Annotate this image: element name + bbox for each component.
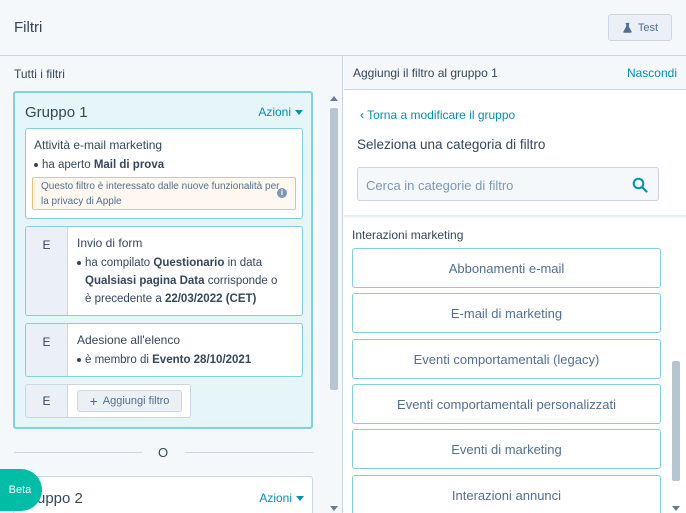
group-1-title: Gruppo 1 — [25, 104, 88, 121]
scroll-down-icon[interactable] — [330, 506, 338, 511]
or-label: O — [158, 445, 169, 460]
add-filter-label: Aggiungi filtro — [102, 395, 170, 407]
filter-form-submission[interactable]: E Invio di form ha compilato Questionari… — [25, 226, 303, 316]
group-2-title: uppo 2 — [37, 490, 83, 507]
category-item[interactable]: Interazioni annunci — [352, 475, 661, 513]
category-item[interactable]: Eventi di marketing — [352, 429, 661, 469]
filter-condition-cont: Qualsiasi pagina Data corrisponde o — [85, 275, 278, 287]
info-icon[interactable]: i — [277, 188, 287, 198]
and-operator: E — [26, 227, 68, 315]
right-scrollbar[interactable] — [669, 216, 683, 513]
divider — [185, 452, 313, 453]
actions-label: Azioni — [259, 491, 292, 505]
test-button-label: Test — [637, 21, 659, 34]
filter-condition: è membro di Evento 28/10/2021 — [77, 351, 251, 369]
bullet-icon — [77, 357, 81, 362]
apple-privacy-notice: Questo filtro è interessato dalle nuove … — [32, 177, 296, 210]
search-icon[interactable] — [632, 177, 648, 193]
scroll-down-icon[interactable] — [672, 506, 680, 511]
filter-list-membership[interactable]: E Adesione all'elenco è membro di Evento… — [25, 323, 303, 377]
filter-title: Attività e-mail marketing — [34, 138, 163, 152]
filter-title: Invio di form — [77, 236, 143, 250]
add-filter-row: E + Aggiungi filtro — [25, 384, 191, 418]
plus-icon: + — [89, 393, 98, 409]
category-item[interactable]: Eventi comportamentali (legacy) — [352, 339, 661, 379]
bullet-icon — [77, 260, 81, 265]
all-filters-title: Tutti i filtri — [14, 67, 65, 81]
add-filter-panel: Aggiungi il filtro al gruppo 1 Nascondi … — [344, 56, 686, 513]
filter-email-marketing[interactable]: Attività e-mail marketing ha aperto Mail… — [25, 128, 303, 219]
category-item[interactable]: E-mail di marketing — [352, 293, 661, 333]
left-scrollbar[interactable] — [327, 96, 341, 513]
filter-group-2[interactable]: uppo 2 Azioni — [13, 476, 313, 513]
actions-label: Azioni — [258, 105, 291, 119]
group-1-actions-dropdown[interactable]: Azioni — [258, 105, 303, 119]
filter-condition: ha compilato Questionario in data — [77, 254, 262, 272]
category-item[interactable]: Eventi comportamentali personalizzati — [352, 384, 661, 424]
filter-condition-date: è precedente a 22/03/2022 (CET) — [85, 293, 257, 305]
scrollbar-thumb[interactable] — [672, 361, 680, 481]
section-title: Interazioni marketing — [352, 228, 464, 242]
scroll-up-icon[interactable] — [330, 96, 338, 101]
category-search — [357, 167, 659, 201]
chevron-left-icon: ‹ — [360, 108, 364, 122]
select-category-title: Seleziona una categoria di filtro — [357, 137, 546, 152]
flask-icon — [623, 22, 632, 33]
divider — [14, 452, 142, 453]
page-title: Filtri — [14, 19, 43, 36]
group-2-actions-dropdown[interactable]: Azioni — [259, 491, 304, 505]
add-filter-button[interactable]: + Aggiungi filtro — [77, 390, 182, 412]
panel-divider — [344, 215, 686, 219]
category-search-input[interactable] — [366, 176, 626, 194]
test-button[interactable]: Test — [608, 14, 672, 41]
filter-condition: ha aperto Mail di prova — [34, 156, 164, 174]
add-filter-title: Aggiungi il filtro al gruppo 1 — [353, 66, 498, 80]
and-operator: E — [26, 324, 68, 376]
category-item[interactable]: Abbonamenti e-mail — [352, 248, 661, 288]
hide-button[interactable]: Nascondi — [627, 66, 677, 80]
page-header: Filtri Test — [0, 0, 686, 56]
add-filter-header: Aggiungi il filtro al gruppo 1 Nascondi — [344, 56, 686, 90]
scrollbar-thumb[interactable] — [330, 108, 338, 390]
filter-group-1: Gruppo 1 Azioni Attività e-mail marketin… — [13, 91, 313, 429]
caret-down-icon — [296, 495, 304, 501]
filter-title: Adesione all'elenco — [77, 333, 181, 347]
beta-badge[interactable]: Beta — [0, 469, 42, 511]
back-to-group-link[interactable]: ‹ Torna a modificare il gruppo — [360, 108, 515, 122]
and-operator: E — [26, 385, 68, 417]
caret-down-icon — [295, 109, 303, 115]
bullet-icon — [34, 162, 38, 167]
or-separator: O — [14, 444, 313, 462]
filters-panel: Tutti i filtri Gruppo 1 Azioni Attività … — [0, 56, 343, 513]
